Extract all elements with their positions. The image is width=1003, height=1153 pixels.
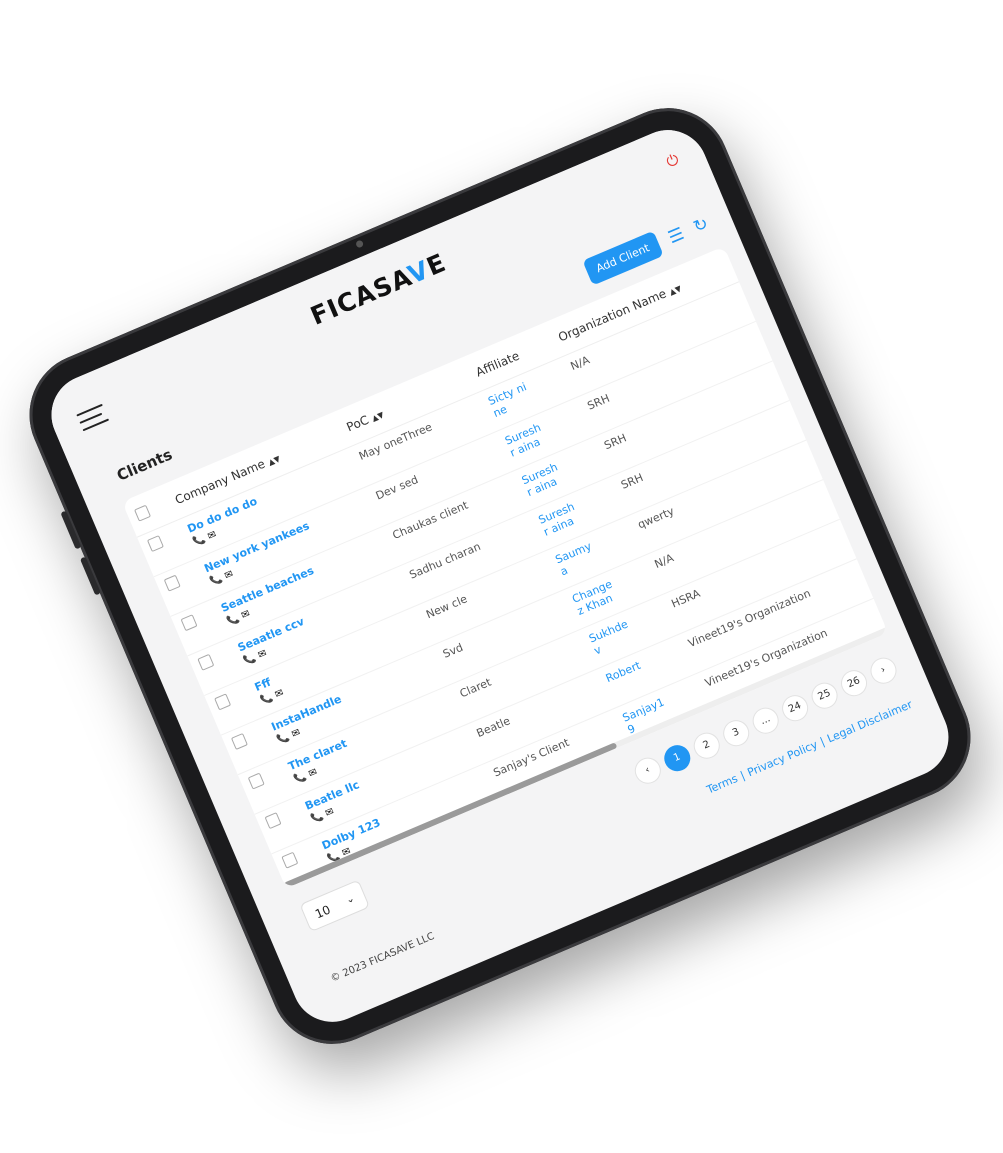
page-button[interactable]: 26 [836, 666, 872, 701]
affiliate-link[interactable]: Suresh r aina [520, 458, 571, 499]
mail-icon[interactable]: ✉ [206, 529, 218, 542]
sort-icon[interactable]: ▲▼ [267, 454, 282, 467]
phone-icon[interactable]: 📞 [242, 652, 258, 667]
column-header-org: Organization [740, 246, 889, 275]
terms-link[interactable]: Terms [705, 772, 740, 797]
tablet-screen: FICASAVE ⏻ Clients Add Client ☰ ↻ Compan… [39, 117, 961, 1035]
front-camera [355, 239, 365, 249]
prev-page-button[interactable]: ‹ [630, 753, 665, 788]
sort-icon[interactable]: ▲▼ [370, 410, 385, 423]
affiliate-link[interactable]: Change z Khan [570, 577, 621, 618]
mail-icon[interactable]: ✉ [273, 687, 285, 700]
mail-icon[interactable]: ✉ [307, 767, 319, 780]
row-checkbox[interactable] [247, 772, 265, 790]
org-cell: suresh raina0 [772, 256, 889, 354]
org-cell: luka 0 [823, 375, 889, 473]
org-value: N/A [765, 269, 789, 290]
row-checkbox[interactable] [197, 653, 215, 671]
phone-icon[interactable]: 📞 [293, 771, 309, 786]
page-button[interactable]: 25 [807, 678, 842, 713]
page-button[interactable]: 1 [660, 741, 695, 776]
phone-icon[interactable]: 📞 [276, 732, 292, 747]
org-cell: suresh raina0 [806, 335, 889, 433]
page-button[interactable]: 24 [778, 691, 813, 726]
more-orgs-badge[interactable] [855, 436, 888, 487]
phone-icon[interactable]: 📞 [259, 692, 275, 707]
more-orgs-badge[interactable] [838, 396, 888, 447]
next-page-button[interactable]: › [866, 653, 901, 688]
chevron-down-icon: ⌄ [344, 892, 357, 907]
tablet-device: FICASAVE ⏻ Clients Add Client ☰ ↻ Compan… [10, 88, 990, 1064]
phone-icon[interactable]: 📞 [225, 613, 241, 628]
more-orgs-badge[interactable] [821, 357, 888, 408]
affiliate-link[interactable]: Saumya [553, 537, 604, 579]
page: FICASAVE ⏻ Clients Add Client ☰ ↻ Compan… [0, 0, 1003, 1153]
org-cell: Bismil 0 [856, 454, 889, 552]
more-orgs-badge[interactable] [804, 317, 888, 368]
mail-icon[interactable]: ✉ [324, 806, 336, 819]
org-cell: suresh raina0 [789, 296, 889, 394]
row-checkbox[interactable] [281, 851, 299, 869]
affiliate-link[interactable]: Sicty ni ne [486, 379, 537, 420]
phone-icon[interactable]: 📞 [192, 534, 208, 549]
org-value: N/A [849, 467, 873, 488]
org-value: Bismil 0 [866, 498, 889, 527]
org-cell: Vineet19 Harbh+3 [873, 493, 889, 592]
row-checkbox[interactable] [214, 693, 232, 711]
row-checkbox[interactable] [180, 614, 198, 632]
org-value: suresh raina0 [782, 287, 857, 329]
select-all-checkbox[interactable] [134, 504, 152, 522]
phone-icon[interactable]: 📞 [309, 811, 325, 826]
mail-icon[interactable]: ✉ [257, 648, 269, 661]
page-title: Clients [114, 445, 175, 485]
org-cell: N/A [839, 414, 889, 513]
page-button[interactable]: ... [748, 703, 783, 738]
org-value: suresh raina0 [799, 327, 874, 369]
affiliate-link[interactable]: Sukhde v [587, 616, 638, 658]
volume-down-button [79, 556, 102, 596]
separator: | [818, 735, 827, 749]
mail-icon[interactable]: ✉ [240, 608, 252, 621]
row-checkbox[interactable] [146, 535, 164, 553]
row-checkbox[interactable] [264, 812, 282, 830]
affiliate-link[interactable]: Suresh r aina [503, 418, 554, 460]
sort-icon[interactable]: ▲▼ [668, 284, 683, 297]
page-size-select[interactable]: 10 ⌄ [299, 879, 371, 933]
org-cell: N/A [755, 246, 889, 315]
row-checkbox[interactable] [230, 732, 248, 750]
mail-icon[interactable]: ✉ [223, 569, 235, 582]
refresh-icon[interactable]: ↻ [690, 213, 711, 237]
separator: | [738, 768, 747, 783]
more-orgs-badge[interactable] [872, 475, 888, 526]
page-button[interactable]: 3 [719, 716, 754, 751]
phone-icon[interactable]: 📞 [209, 573, 225, 588]
legal-disclaimer-link[interactable]: Legal Disclaimer [825, 698, 914, 746]
affiliate-link[interactable]: Suresh r aina [537, 498, 588, 539]
copyright: © 2023 FICASAVE LLC [329, 930, 437, 985]
mail-icon[interactable]: ✉ [290, 727, 302, 740]
org-value: luka 0 [832, 422, 869, 448]
more-orgs-badge[interactable] [771, 246, 888, 289]
row-checkbox[interactable] [163, 574, 181, 592]
volume-up-button [60, 510, 82, 550]
page-button[interactable]: 2 [689, 728, 724, 763]
sliders-icon[interactable]: ☰ [665, 223, 687, 247]
more-orgs-badge[interactable] [788, 278, 888, 329]
privacy-policy-link[interactable]: Privacy Policy [745, 738, 819, 779]
org-value: Vineet19 Harbh [883, 521, 889, 567]
org-value: suresh raina0 [816, 366, 889, 409]
